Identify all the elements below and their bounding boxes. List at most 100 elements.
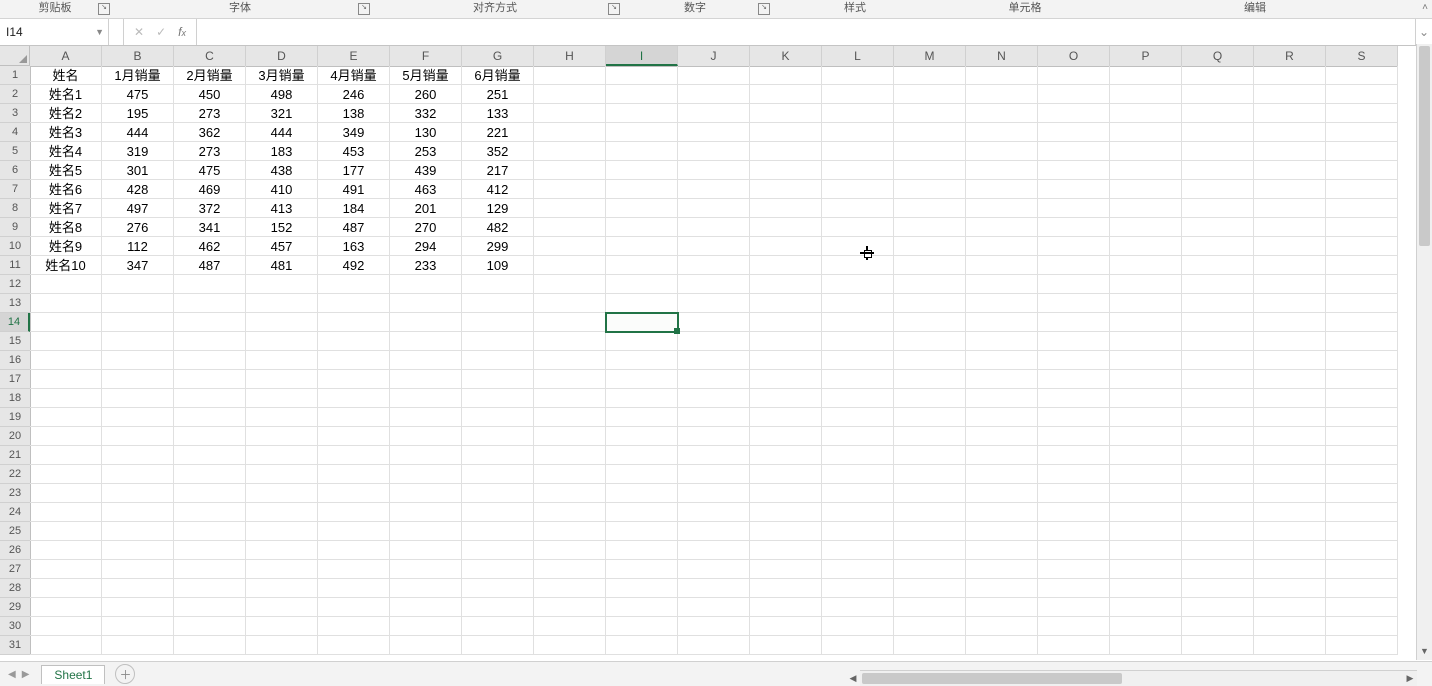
- cell[interactable]: [246, 636, 318, 655]
- cell[interactable]: [894, 636, 966, 655]
- cell[interactable]: [750, 123, 822, 142]
- cell[interactable]: [1182, 560, 1254, 579]
- cell[interactable]: [318, 541, 390, 560]
- cell[interactable]: [678, 180, 750, 199]
- cell[interactable]: [246, 389, 318, 408]
- cell[interactable]: [1110, 180, 1182, 199]
- cell[interactable]: [1038, 408, 1110, 427]
- confirm-icon[interactable]: ✓: [156, 25, 166, 39]
- column-header[interactable]: B: [102, 46, 174, 66]
- cell[interactable]: 163: [318, 237, 390, 256]
- cell[interactable]: [390, 503, 462, 522]
- cell[interactable]: [894, 408, 966, 427]
- cell[interactable]: [1326, 579, 1398, 598]
- cell[interactable]: [102, 503, 174, 522]
- cell[interactable]: [390, 446, 462, 465]
- cell[interactable]: [174, 427, 246, 446]
- cell[interactable]: 221: [462, 123, 534, 142]
- cell[interactable]: [1038, 598, 1110, 617]
- cell[interactable]: [1182, 218, 1254, 237]
- cell[interactable]: 195: [102, 104, 174, 123]
- cell[interactable]: [390, 313, 462, 332]
- cell[interactable]: [606, 123, 678, 142]
- cell[interactable]: [174, 617, 246, 636]
- cell[interactable]: [966, 427, 1038, 446]
- cell[interactable]: [1110, 351, 1182, 370]
- cell[interactable]: [1182, 104, 1254, 123]
- cell[interactable]: [678, 446, 750, 465]
- cell[interactable]: [534, 237, 606, 256]
- cell[interactable]: [30, 446, 102, 465]
- cell[interactable]: [534, 313, 606, 332]
- cell[interactable]: [966, 598, 1038, 617]
- cell[interactable]: [606, 161, 678, 180]
- scrollbar-thumb[interactable]: [862, 673, 1122, 684]
- cell[interactable]: [1254, 256, 1326, 275]
- cell[interactable]: [1110, 427, 1182, 446]
- cell[interactable]: [1326, 541, 1398, 560]
- cell[interactable]: [462, 617, 534, 636]
- cell[interactable]: [174, 408, 246, 427]
- cell[interactable]: [174, 598, 246, 617]
- cell[interactable]: [1038, 161, 1110, 180]
- cell[interactable]: 201: [390, 199, 462, 218]
- cell[interactable]: 372: [174, 199, 246, 218]
- cell[interactable]: [102, 389, 174, 408]
- cell[interactable]: [318, 560, 390, 579]
- cell[interactable]: [390, 389, 462, 408]
- cell[interactable]: [1254, 427, 1326, 446]
- cell[interactable]: [750, 237, 822, 256]
- cell[interactable]: [102, 446, 174, 465]
- row-header[interactable]: 27: [0, 560, 30, 579]
- cell[interactable]: 2月销量: [174, 66, 246, 85]
- cell[interactable]: [678, 389, 750, 408]
- column-header[interactable]: D: [246, 46, 318, 66]
- cell[interactable]: [750, 484, 822, 503]
- cell[interactable]: [894, 541, 966, 560]
- cell[interactable]: [174, 636, 246, 655]
- cell[interactable]: [1110, 370, 1182, 389]
- cell[interactable]: [822, 199, 894, 218]
- row-header[interactable]: 21: [0, 446, 30, 465]
- cell[interactable]: [1254, 66, 1326, 85]
- cell[interactable]: [966, 465, 1038, 484]
- cell[interactable]: [894, 370, 966, 389]
- cell[interactable]: [1182, 484, 1254, 503]
- cell[interactable]: 姓名2: [30, 104, 102, 123]
- cell[interactable]: [1326, 85, 1398, 104]
- column-header[interactable]: J: [678, 46, 750, 66]
- cell[interactable]: [174, 389, 246, 408]
- cell[interactable]: [390, 370, 462, 389]
- cell[interactable]: 444: [246, 123, 318, 142]
- cell[interactable]: [606, 85, 678, 104]
- cell[interactable]: 姓名7: [30, 199, 102, 218]
- row-headers[interactable]: 1234567891011121314151617181920212223242…: [0, 66, 31, 655]
- row-header[interactable]: 30: [0, 617, 30, 636]
- cell[interactable]: 450: [174, 85, 246, 104]
- cell[interactable]: [390, 427, 462, 446]
- cell[interactable]: [462, 636, 534, 655]
- scroll-right-icon[interactable]: ▶: [1403, 671, 1417, 686]
- cell[interactable]: [1110, 161, 1182, 180]
- cell[interactable]: 482: [462, 218, 534, 237]
- cell[interactable]: [1110, 237, 1182, 256]
- cell[interactable]: [1110, 503, 1182, 522]
- cell[interactable]: [894, 560, 966, 579]
- cell[interactable]: [822, 237, 894, 256]
- cell[interactable]: [1254, 560, 1326, 579]
- cell[interactable]: [30, 275, 102, 294]
- cell[interactable]: [1110, 313, 1182, 332]
- row-header[interactable]: 14: [0, 313, 30, 332]
- cell[interactable]: 412: [462, 180, 534, 199]
- cell[interactable]: [966, 332, 1038, 351]
- column-header[interactable]: A: [30, 46, 102, 66]
- cell[interactable]: [894, 465, 966, 484]
- cell[interactable]: [1038, 503, 1110, 522]
- cell[interactable]: [318, 370, 390, 389]
- cell[interactable]: [102, 617, 174, 636]
- row-header[interactable]: 28: [0, 579, 30, 598]
- cell[interactable]: [1326, 465, 1398, 484]
- scroll-down-icon[interactable]: ▼: [1417, 646, 1432, 660]
- cell[interactable]: [750, 351, 822, 370]
- cell[interactable]: [1110, 66, 1182, 85]
